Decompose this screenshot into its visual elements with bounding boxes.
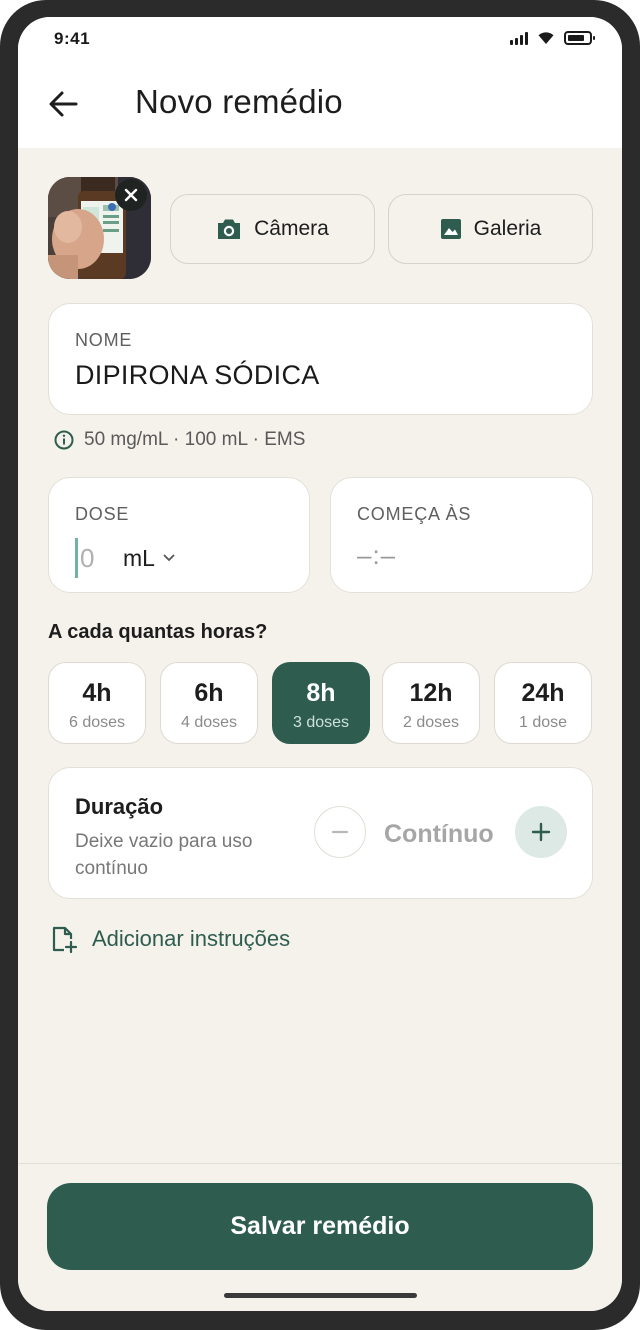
camera-icon <box>218 219 241 239</box>
home-indicator <box>224 1293 417 1298</box>
remove-photo-button[interactable] <box>115 179 147 211</box>
duration-increase-button[interactable] <box>515 806 567 858</box>
camera-button[interactable]: Câmera <box>170 194 375 264</box>
unit-select[interactable]: mL <box>123 545 175 572</box>
interval-hours: 4h <box>82 679 112 707</box>
duration-value: Contínuo <box>384 820 494 848</box>
plus-icon <box>531 822 551 842</box>
image-icon <box>440 219 461 239</box>
start-time-field[interactable]: COMEÇA ÀS –:– <box>330 477 593 593</box>
medicine-info: 50 mg/mL · 100 mL · EMS <box>54 429 305 451</box>
dose-input[interactable] <box>75 538 115 578</box>
interval-hours: 12h <box>409 679 453 707</box>
interval-option-6h[interactable]: 6h 4 doses <box>160 662 258 744</box>
status-time: 9:41 <box>54 29 91 48</box>
gallery-button-label: Galeria <box>473 217 542 240</box>
close-icon <box>124 188 138 202</box>
duration-card: Duração Deixe vazio para uso contínuo Co… <box>48 767 593 899</box>
interval-doses: 6 doses <box>68 714 126 731</box>
interval-doses: 4 doses <box>180 714 238 731</box>
interval-option-8h[interactable]: 8h 3 doses <box>272 662 370 744</box>
signal-icon <box>510 31 528 45</box>
interval-option-12h[interactable]: 12h 2 doses <box>382 662 480 744</box>
start-time-value[interactable]: –:– <box>357 540 396 571</box>
interval-hours: 24h <box>521 679 565 707</box>
interval-option-24h[interactable]: 24h 1 dose <box>494 662 592 744</box>
unit-value: mL <box>123 544 155 571</box>
medicine-info-text: 50 mg/mL · 100 mL · EMS <box>84 429 306 450</box>
chevron-down-icon <box>163 554 175 562</box>
start-time-label: COMEÇA ÀS <box>357 504 472 524</box>
gallery-button[interactable]: Galeria <box>388 194 593 264</box>
save-button[interactable]: Salvar remédio <box>47 1183 593 1270</box>
back-arrow-icon[interactable] <box>46 87 80 121</box>
wifi-icon <box>538 32 554 44</box>
name-field[interactable]: NOME DIPIRONA SÓDICA <box>48 303 593 415</box>
interval-doses: 1 dose <box>518 714 568 731</box>
note-add-icon <box>52 926 78 953</box>
info-icon <box>54 430 74 450</box>
duration-title: Duração <box>75 794 164 819</box>
page-title: Novo remédio <box>135 83 343 120</box>
duration-subtitle: Deixe vazio para uso contínuo <box>75 831 253 879</box>
name-label: NOME <box>75 330 133 350</box>
duration-decrease-button[interactable] <box>314 806 366 858</box>
dose-label: DOSE <box>75 504 130 524</box>
interval-doses: 2 doses <box>402 714 460 731</box>
minus-icon <box>331 830 349 834</box>
camera-button-label: Câmera <box>254 217 329 240</box>
screen: 9:41 Novo remédio Câmera Galeria NOME DI… <box>18 17 622 1311</box>
top-bar: 9:41 Novo remédio <box>18 17 622 148</box>
name-value[interactable]: DIPIRONA SÓDICA <box>75 360 320 391</box>
interval-doses: 3 doses <box>292 714 350 731</box>
battery-icon <box>564 31 595 45</box>
interval-option-4h[interactable]: 4h 6 doses <box>48 662 146 744</box>
dose-row: mL <box>75 538 175 578</box>
interval-question: A cada quantas horas? <box>48 621 268 643</box>
status-icons <box>510 31 595 45</box>
interval-hours: 6h <box>194 679 224 707</box>
dose-field[interactable]: DOSE mL <box>48 477 310 593</box>
interval-hours: 8h <box>306 679 336 707</box>
add-instructions-label: Adicionar instruções <box>92 926 291 951</box>
phone-frame: 9:41 Novo remédio Câmera Galeria NOME DI… <box>0 0 640 1330</box>
add-instructions-button[interactable]: Adicionar instruções <box>50 925 290 953</box>
